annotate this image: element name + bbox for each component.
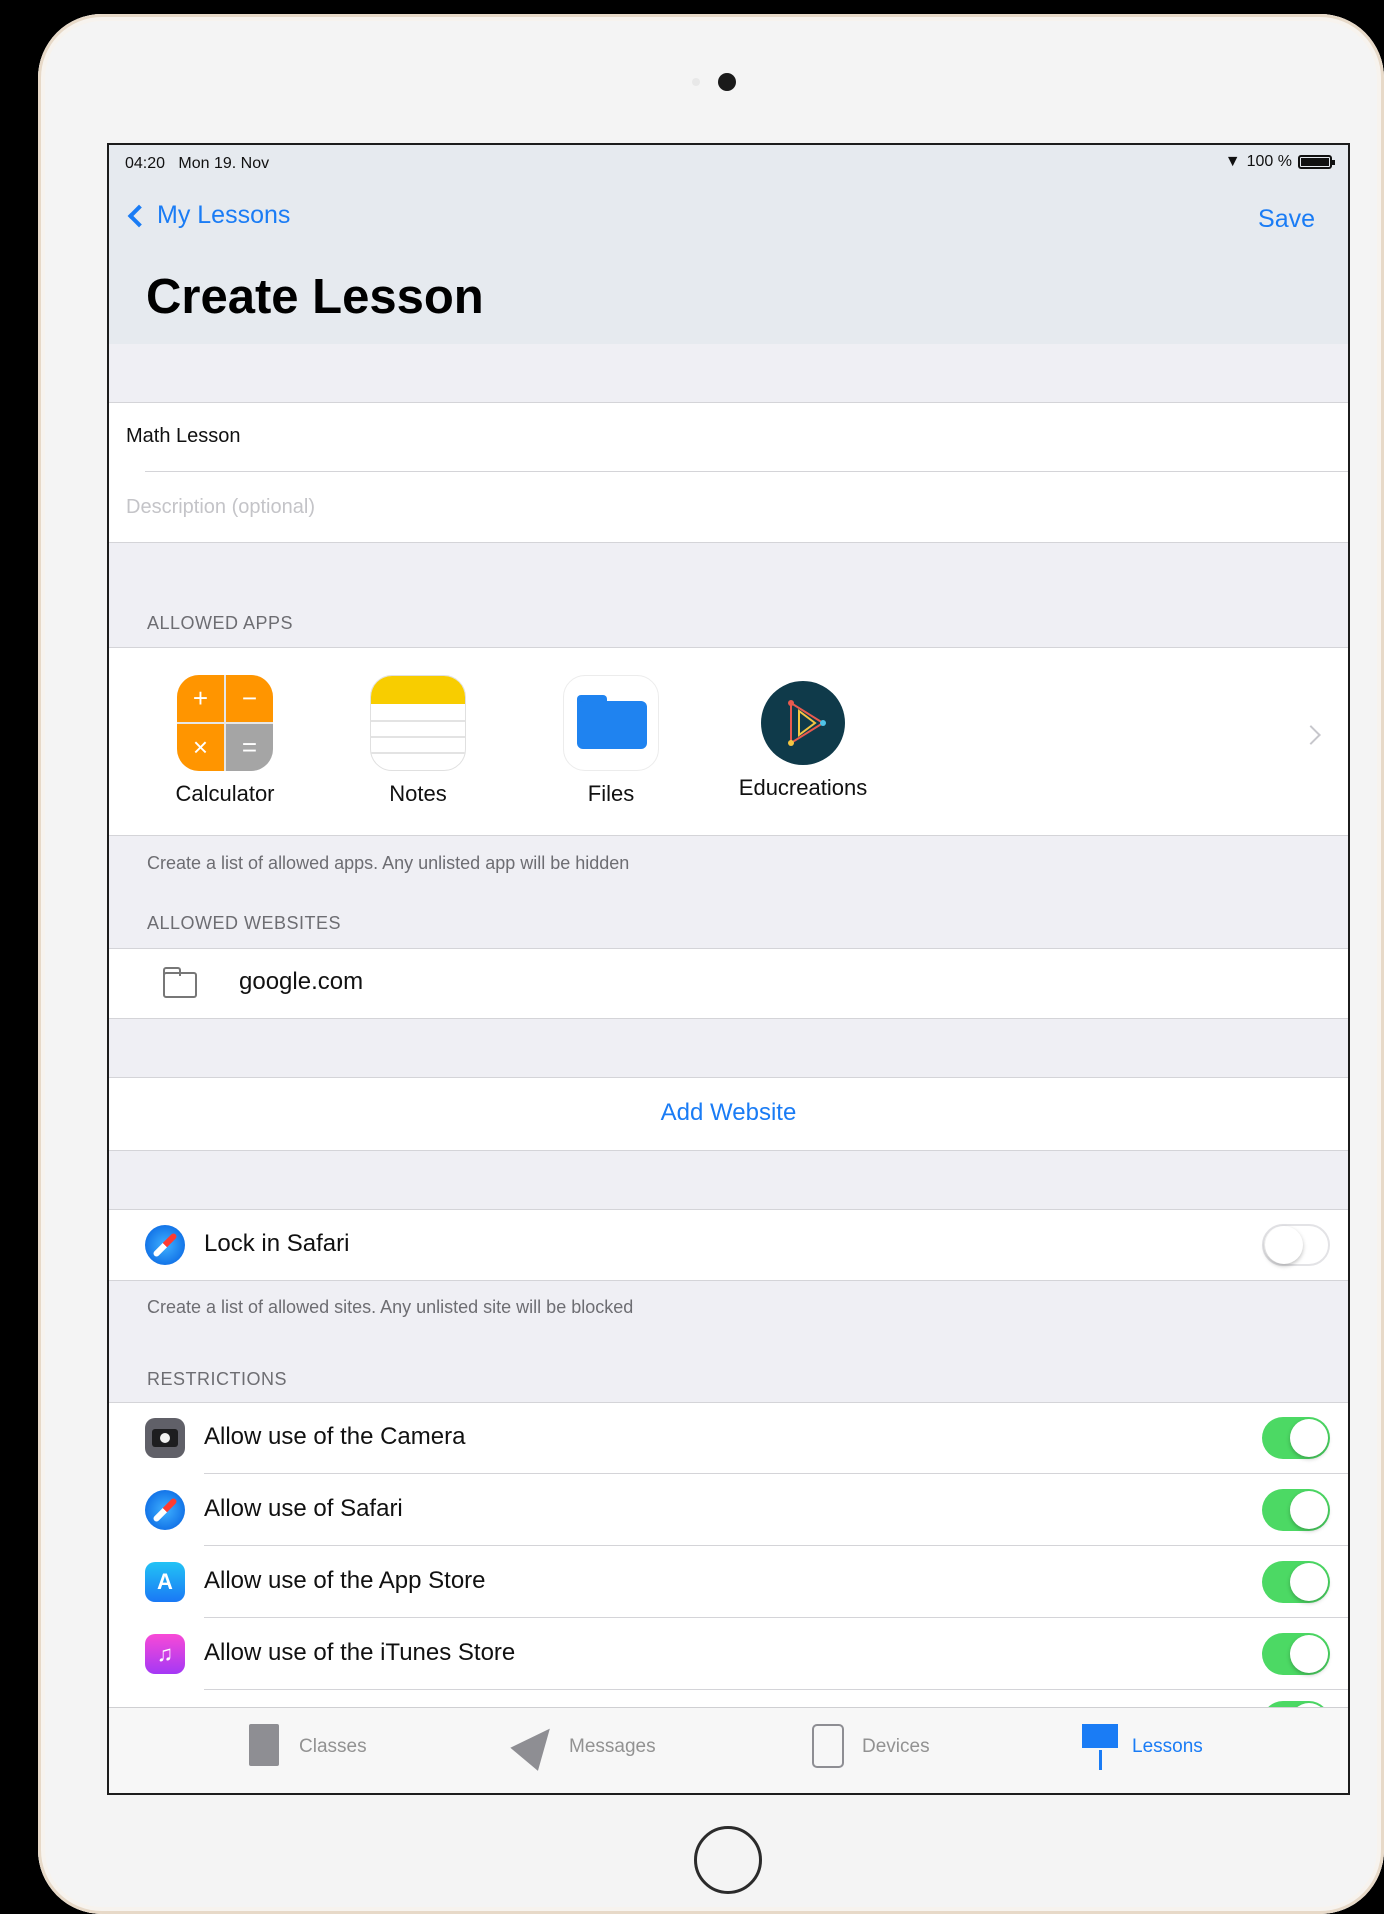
tab-devices[interactable]: Devices [812,1724,930,1770]
battery-icon [1298,155,1335,169]
app-educreations[interactable]: Educreations [723,675,883,801]
website-label: google.com [239,968,364,995]
divider [109,1402,1348,1403]
safari-icon [145,1225,185,1265]
divider [204,1689,1348,1690]
app-label: Calculator [175,781,275,806]
camera-toggle[interactable] [1262,1417,1330,1459]
tab-label: Devices [862,1736,930,1757]
front-camera [718,73,736,91]
divider [204,1545,1348,1546]
battery-percent: 100 % [1246,153,1292,170]
description-field[interactable]: Description (optional) [126,496,315,519]
app-label: Educreations [738,775,868,800]
lock-safari-toggle[interactable] [1262,1224,1330,1266]
add-website-button[interactable]: Add Website [109,1099,1348,1127]
divider [109,1077,1348,1078]
itunes-icon: ♫ [145,1634,185,1674]
divider [109,402,1348,403]
app-calculator[interactable]: + − × = Calculator [145,675,305,807]
divider [109,1150,1348,1151]
safari-icon [145,1490,185,1530]
calculator-icon: + − × = [177,675,273,771]
restriction-label: Allow use of the App Store [204,1567,486,1594]
status-date: Mon 19. Nov [178,155,270,172]
tab-messages[interactable]: Messages [510,1717,656,1771]
classes-icon [249,1724,285,1770]
app-notes[interactable]: Notes [338,675,498,807]
divider [109,1280,1348,1281]
tab-bar: Classes Messages Devices Lessons [109,1707,1348,1793]
folder-icon [163,967,197,998]
safari-toggle[interactable] [1262,1489,1330,1531]
navigation-bar: 04:20 Mon 19. Nov ▼ 100 % My Lessons Sav… [109,145,1348,344]
divider [204,1473,1348,1474]
lesson-details-group [109,402,1348,542]
status-bar-right: ▼ 100 % [1224,153,1335,171]
app-label: Notes [389,781,447,806]
divider [109,1018,1348,1019]
divider [109,542,1348,543]
back-button[interactable]: My Lessons [127,201,291,230]
app-store-icon: A [145,1562,185,1602]
restrictions-header: RESTRICTIONS [147,1369,288,1389]
divider [109,835,1348,836]
allowed-apps-header: ALLOWED APPS [147,613,294,633]
home-button[interactable] [694,1826,762,1894]
restriction-label: Allow use of the iTunes Store [204,1639,516,1666]
tab-label: Classes [299,1736,367,1757]
tab-label: Messages [569,1736,656,1757]
lesson-name-field[interactable]: Math Lesson [126,425,241,448]
restriction-label: Allow use of the Camera [204,1423,466,1450]
status-bar-left: 04:20 Mon 19. Nov [125,155,269,173]
notes-icon [370,675,466,771]
presentation-icon [1082,1724,1118,1770]
allowed-websites-header: ALLOWED WEBSITES [147,913,342,933]
divider [109,647,1348,648]
app-label: Files [587,781,635,806]
camera-icon [145,1418,185,1458]
screen: 04:20 Mon 19. Nov ▼ 100 % My Lessons Sav… [107,143,1350,1795]
educreations-icon [761,681,845,765]
allowed-apps-footer: Create a list of allowed apps. Any unlis… [147,853,630,873]
ipad-icon [812,1724,848,1770]
status-time: 04:20 [125,155,166,172]
divider [204,1617,1348,1618]
page-title: Create Lesson [146,270,484,324]
lock-safari-label: Lock in Safari [204,1230,350,1257]
tab-classes[interactable]: Classes [249,1724,367,1770]
tab-lessons[interactable]: Lessons [1082,1724,1203,1770]
app-files[interactable]: Files [531,675,691,807]
divider [145,471,1348,472]
save-button[interactable]: Save [1258,205,1315,234]
divider [109,948,1348,949]
lock-safari-footer: Create a list of allowed sites. Any unli… [147,1297,634,1317]
itunes-toggle[interactable] [1262,1633,1330,1675]
back-label: My Lessons [157,201,291,229]
tab-label: Lessons [1132,1736,1203,1757]
chevron-left-icon [127,204,151,227]
divider [109,1209,1348,1210]
megaphone-icon [510,1717,564,1771]
files-icon [563,675,659,771]
restriction-label: Allow use of Safari [204,1495,403,1522]
app-store-toggle[interactable] [1262,1561,1330,1603]
sensor [692,78,700,86]
wifi-icon: ▼ [1224,153,1241,170]
